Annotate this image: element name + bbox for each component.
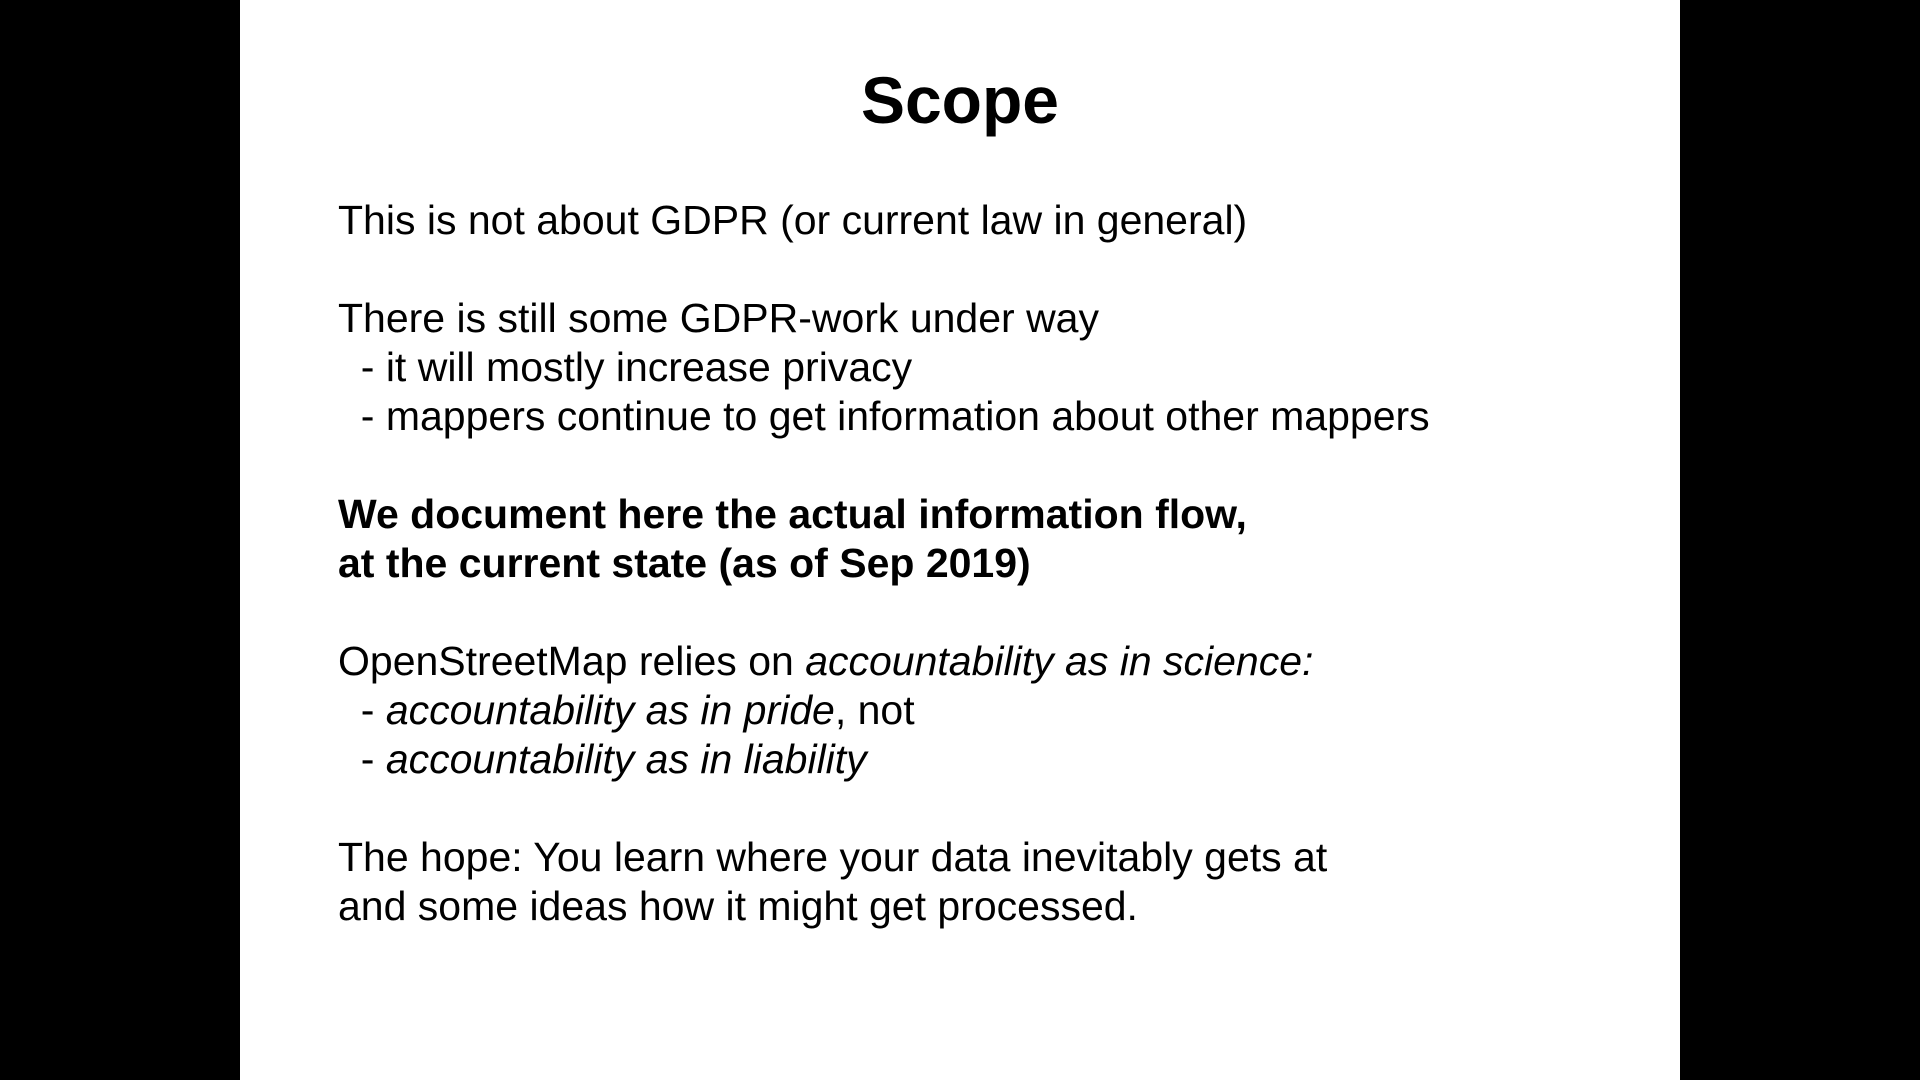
text-italic: accountability as in pride	[385, 687, 835, 733]
bullet-line: - mappers continue to get information ab…	[338, 393, 1430, 439]
paragraph-hope: The hope: You learn where your data inev…	[338, 833, 1658, 931]
text-line: OpenStreetMap relies on accountability a…	[338, 637, 1658, 686]
text-line: We document here the actual information …	[338, 491, 1247, 537]
slide: Scope This is not about GDPR (or current…	[240, 0, 1680, 1080]
paragraph-gdpr-work: There is still some GDPR-work under way …	[338, 294, 1658, 441]
paragraph-scope-gdpr: This is not about GDPR (or current law i…	[338, 196, 1658, 245]
text-italic: accountability as in liability	[385, 736, 867, 782]
text-plain: OpenStreetMap relies on	[338, 638, 806, 684]
bullet-prefix: -	[338, 687, 386, 733]
paragraph-information-flow: We document here the actual information …	[338, 490, 1658, 588]
text-plain: , not	[834, 687, 915, 733]
paragraph-accountability: OpenStreetMap relies on accountability a…	[338, 637, 1658, 784]
text-line: This is not about GDPR (or current law i…	[338, 197, 1248, 243]
bullet-line: - it will mostly increase privacy	[338, 344, 913, 390]
text-line: and some ideas how it might get processe…	[338, 883, 1138, 929]
text-line: There is still some GDPR-work under way	[338, 295, 1099, 341]
text-italic: accountability as in science:	[805, 638, 1314, 684]
bullet-line: - accountability as in liability	[338, 735, 1658, 784]
slide-body: This is not about GDPR (or current law i…	[338, 196, 1658, 980]
slide-title: Scope	[860, 63, 1060, 137]
bullet-line: - accountability as in pride, not	[338, 686, 1658, 735]
text-line: The hope: You learn where your data inev…	[338, 834, 1328, 880]
text-line: at the current state (as of Sep 2019)	[338, 540, 1031, 586]
bullet-prefix: -	[338, 736, 386, 782]
